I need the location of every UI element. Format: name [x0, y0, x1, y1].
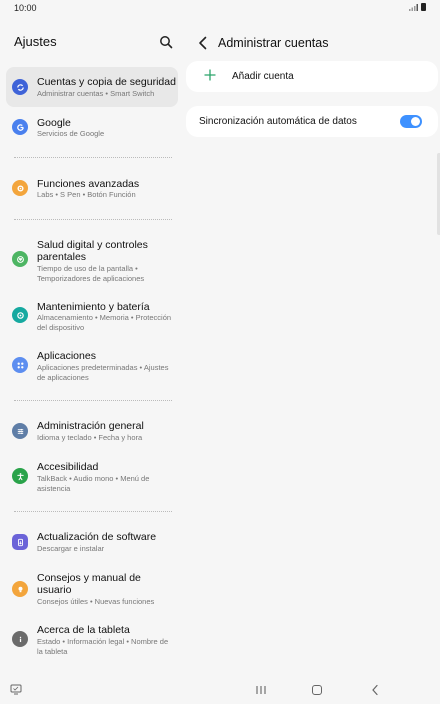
keyboard-icon[interactable] [10, 684, 22, 695]
menu-item-title: Administración general [37, 420, 144, 432]
menu-item-cuentas[interactable]: Cuentas y copia de seguridad Administrar… [6, 67, 178, 107]
menu-item-title: Mantenimiento y batería [37, 301, 150, 313]
status-icons [409, 3, 426, 11]
divider [14, 157, 172, 158]
menu-item-actualizacion-software[interactable]: Actualización de software Descargar e in… [6, 529, 178, 559]
menu-item-title: Actualización de software [37, 531, 157, 543]
auto-sync-toggle[interactable] [400, 115, 422, 128]
back-arrow-icon[interactable] [198, 36, 208, 50]
divider [14, 219, 172, 220]
menu-item-subtitle: Aplicaciones predeterminadas • Ajustes d… [37, 363, 169, 382]
menu-item-mantenimiento[interactable]: Mantenimiento y batería Almacenamiento •… [6, 299, 178, 339]
add-account-button[interactable]: Añadir cuenta [186, 61, 438, 92]
menu-item-administracion-general[interactable]: Administración general Idioma y teclado … [6, 418, 178, 448]
menu-item-accesibilidad[interactable]: Accesibilidad TalkBack • Audio mono • Me… [6, 460, 178, 500]
gear-icon [12, 180, 28, 196]
status-time: 10:00 [14, 3, 37, 13]
menu-item-subtitle: Estado • Información legal • Nombre de l… [37, 637, 169, 656]
menu-item-subtitle: Descargar e instalar [37, 544, 105, 553]
divider [14, 511, 172, 512]
menu-item-title: Funciones avanzadas [37, 178, 140, 190]
auto-sync-row[interactable]: Sincronización automática de datos [186, 106, 438, 137]
sync-icon [12, 79, 28, 95]
menu-item-title: Salud digital y controles parentales [37, 239, 148, 263]
heart-icon [12, 251, 28, 267]
menu-item-subtitle: TalkBack • Audio mono • Menú de asistenc… [37, 474, 150, 493]
menu-item-aplicaciones[interactable]: Aplicaciones Aplicaciones predeterminada… [6, 349, 178, 389]
add-account-label: Añadir cuenta [232, 71, 294, 82]
auto-sync-label: Sincronización automática de datos [199, 116, 357, 127]
menu-item-title: Accesibilidad [37, 461, 99, 473]
menu-item-subtitle: Servicios de Google [37, 129, 105, 138]
menu-item-title: Acerca de la tableta [37, 624, 130, 636]
menu-item-funciones-avanzadas[interactable]: Funciones avanzadas Labs • S Pen • Botón… [6, 175, 178, 205]
menu-item-subtitle: Labs • S Pen • Botón Función [37, 190, 136, 199]
divider [14, 400, 172, 401]
menu-item-subtitle: Consejos útiles • Nuevas funciones [37, 597, 155, 606]
accessibility-icon [12, 468, 28, 484]
pane-title: Administrar cuentas [218, 36, 329, 50]
menu-item-salud-digital[interactable]: Salud digital y controles parentales Tie… [6, 237, 178, 287]
menu-item-title: Consejos y manual de usuario [37, 572, 141, 596]
manage-accounts-pane: Administrar cuentas Añadir cuenta Sincro… [186, 16, 440, 676]
maintenance-icon [12, 307, 28, 323]
menu-item-google[interactable]: Google Servicios de Google [6, 114, 178, 144]
menu-item-subtitle: Almacenamiento • Memoria • Protección de… [37, 313, 172, 332]
menu-item-subtitle: Tiempo de uso de la pantalla • Temporiza… [37, 264, 145, 283]
settings-list-pane: Ajustes Cuentas y copia de seguridad Adm… [0, 16, 185, 676]
bulb-icon [12, 581, 28, 597]
home-icon[interactable] [312, 685, 322, 695]
menu-item-title: Google [37, 117, 71, 129]
menu-item-subtitle: Administrar cuentas • Smart Switch [37, 89, 155, 98]
info-icon [12, 631, 28, 647]
menu-item-subtitle: Idioma y teclado • Fecha y hora [37, 433, 143, 442]
status-bar: 10:00 [0, 0, 440, 16]
menu-item-title: Cuentas y copia de seguridad [37, 76, 176, 88]
signal-icon [409, 3, 418, 11]
apps-icon [12, 357, 28, 373]
navigation-bar [0, 676, 440, 704]
menu-item-title: Aplicaciones [37, 350, 96, 362]
nav-back-icon[interactable] [371, 684, 379, 696]
battery-icon [421, 3, 426, 11]
plus-icon [204, 69, 216, 81]
sliders-icon [12, 423, 28, 439]
menu-item-consejos[interactable]: Consejos y manual de usuario Consejos út… [6, 572, 178, 612]
update-icon [12, 534, 28, 550]
recents-icon[interactable] [255, 685, 267, 695]
search-icon[interactable] [159, 35, 173, 49]
toggle-knob [411, 117, 420, 126]
menu-item-acerca-tableta[interactable]: Acerca de la tableta Estado • Informació… [6, 622, 178, 662]
page-title: Ajustes [14, 34, 57, 49]
google-icon [12, 119, 28, 135]
